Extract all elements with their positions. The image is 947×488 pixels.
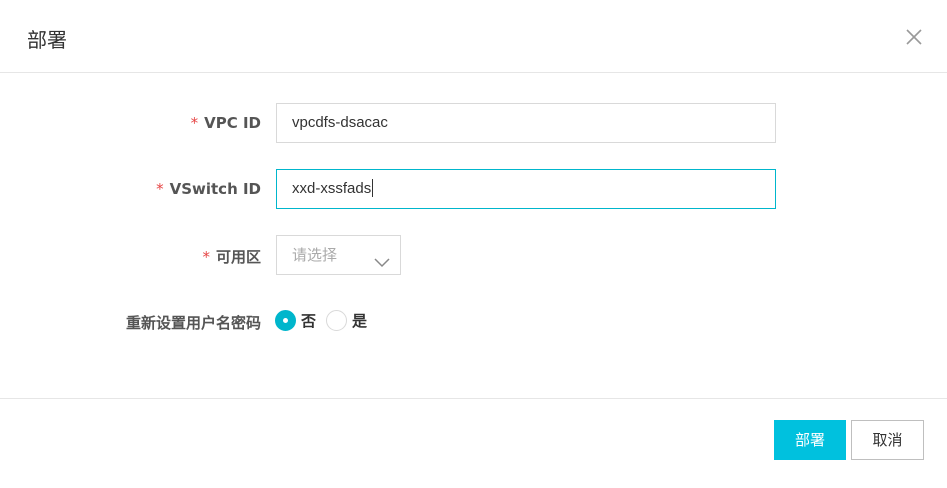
dialog-footer: 部署 取消 xyxy=(0,398,947,488)
required-mark: * xyxy=(190,114,199,132)
vswitch-id-row: * VSwitch ID xxd-xssfads xyxy=(0,169,947,209)
radio-yes[interactable]: 是 xyxy=(326,310,367,331)
required-mark: * xyxy=(202,248,210,266)
deploy-dialog: 部署 * VPC ID vpcdfs-dsacac * VSwitch ID xxd… xyxy=(0,0,947,488)
dialog-header: 部署 xyxy=(0,0,947,73)
reset-credentials-row: 重新设置用户名密码 否 是 xyxy=(0,310,947,332)
cancel-button[interactable]: 取消 xyxy=(851,420,924,460)
vswitch-id-input[interactable]: xxd-xssfads xyxy=(276,169,776,209)
vpc-id-row: * VPC ID vpcdfs-dsacac xyxy=(0,103,947,143)
zone-label: * 可用区 xyxy=(202,248,261,266)
zone-row: * 可用区 请选择 xyxy=(0,235,947,275)
radio-no-label: 否 xyxy=(301,312,317,330)
chevron-down-icon xyxy=(374,247,390,268)
zone-select[interactable]: 请选择 xyxy=(276,235,401,275)
dialog-title: 部署 xyxy=(27,28,67,52)
radio-yes-circle[interactable] xyxy=(326,310,348,331)
vpc-id-label: * VPC ID xyxy=(190,114,261,132)
required-mark: * xyxy=(156,180,164,198)
radio-no[interactable]: 否 xyxy=(275,310,316,331)
close-icon[interactable] xyxy=(903,26,925,48)
reset-credentials-radio-group: 否 是 xyxy=(275,310,377,331)
reset-credentials-label: 重新设置用户名密码 xyxy=(125,314,261,332)
zone-placeholder: 请选择 xyxy=(292,246,338,264)
deploy-button[interactable]: 部署 xyxy=(774,420,846,460)
vswitch-id-label: * VSwitch ID xyxy=(156,180,261,198)
radio-yes-label: 是 xyxy=(352,312,368,330)
vpc-id-input[interactable]: vpcdfs-dsacac xyxy=(276,103,776,143)
text-cursor xyxy=(372,178,374,197)
radio-no-circle[interactable] xyxy=(275,310,296,331)
